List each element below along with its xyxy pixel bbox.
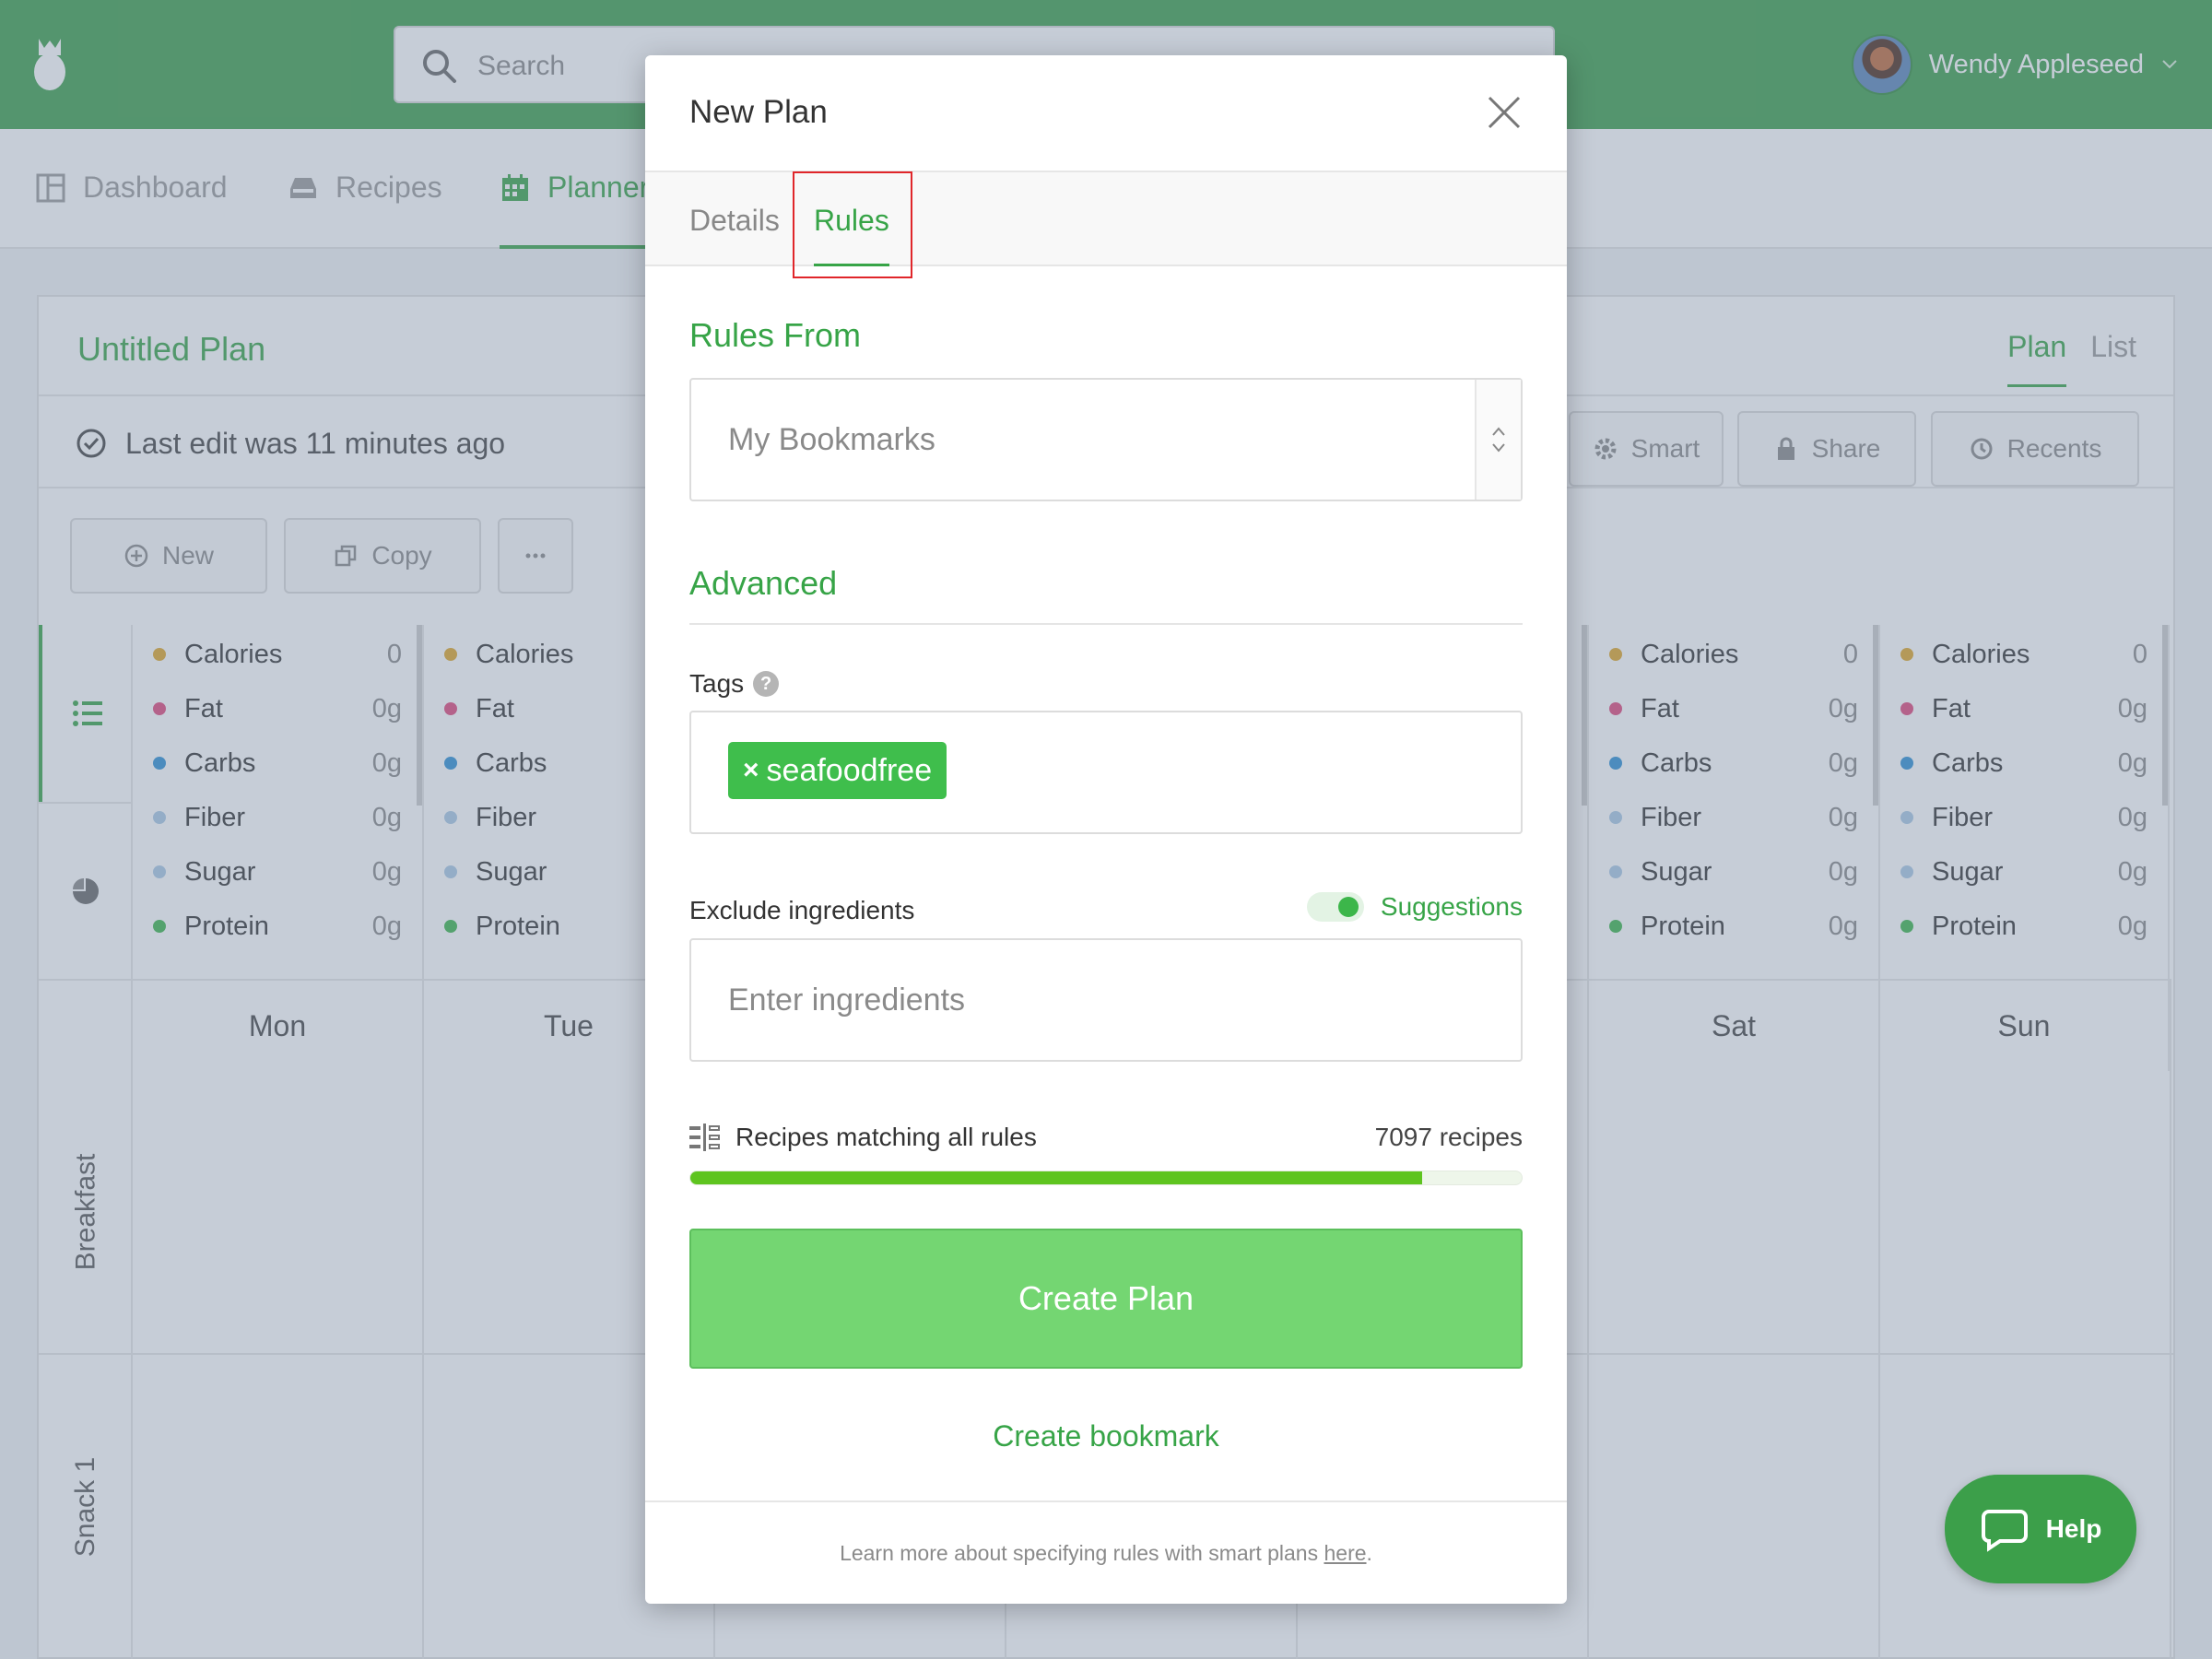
tag-label: seafoodfree <box>766 752 933 788</box>
exclude-label: Exclude ingredients <box>689 896 915 924</box>
tab-details[interactable]: Details <box>689 204 780 238</box>
remove-tag-icon[interactable]: × <box>743 755 759 786</box>
chat-bubble-icon <box>1981 1510 2028 1552</box>
modal-tabs: Details Rules <box>645 171 1567 266</box>
tags-label: Tags ? <box>689 669 780 699</box>
footer-text: Learn more about specifying rules with s… <box>840 1540 1319 1565</box>
create-bookmark-link[interactable]: Create bookmark <box>645 1419 1567 1453</box>
updown-chevron-icon <box>1492 427 1505 453</box>
rules-from-value: My Bookmarks <box>728 422 935 457</box>
suggestions-toggle[interactable]: Suggestions <box>1306 892 1523 922</box>
tags-label-text: Tags <box>689 669 745 698</box>
new-plan-modal: New Plan Details Rules Rules From My Boo… <box>645 55 1567 1604</box>
matching-label: Recipes matching all rules <box>735 1123 1037 1151</box>
matching-row: Recipes matching all rules 7097 recipes <box>689 1123 1523 1152</box>
advanced-heading: Advanced <box>689 564 838 602</box>
close-icon[interactable] <box>1486 94 1523 131</box>
ingredients-input[interactable]: Enter ingredients <box>689 938 1523 1062</box>
rules-from-heading: Rules From <box>689 316 862 354</box>
highlight-box <box>793 171 912 278</box>
filter-rules-icon <box>689 1124 720 1151</box>
tag-chip[interactable]: × seafoodfree <box>728 742 947 799</box>
toggle-switch[interactable] <box>1306 892 1364 922</box>
progress-fill <box>690 1171 1422 1184</box>
create-plan-button[interactable]: Create Plan <box>689 1229 1523 1369</box>
modal-title: New Plan <box>689 94 828 130</box>
help-label: Help <box>2045 1514 2102 1543</box>
tags-field[interactable]: × seafoodfree <box>689 711 1523 834</box>
footer-link[interactable]: here <box>1324 1541 1366 1566</box>
select-arrows <box>1475 380 1521 500</box>
help-icon[interactable]: ? <box>753 671 780 697</box>
footer-end: . <box>1366 1540 1372 1565</box>
divider <box>689 623 1523 625</box>
toggle-knob <box>1337 897 1359 917</box>
ingredients-placeholder: Enter ingredients <box>728 982 966 1018</box>
matching-progress-bar <box>689 1171 1523 1185</box>
help-button[interactable]: Help <box>1945 1475 2136 1583</box>
rules-from-select[interactable]: My Bookmarks <box>689 378 1523 501</box>
modal-footer: Learn more about specifying rules with s… <box>645 1500 1567 1604</box>
matching-count: 7097 recipes <box>1374 1123 1523 1151</box>
suggestions-label: Suggestions <box>1380 892 1523 921</box>
